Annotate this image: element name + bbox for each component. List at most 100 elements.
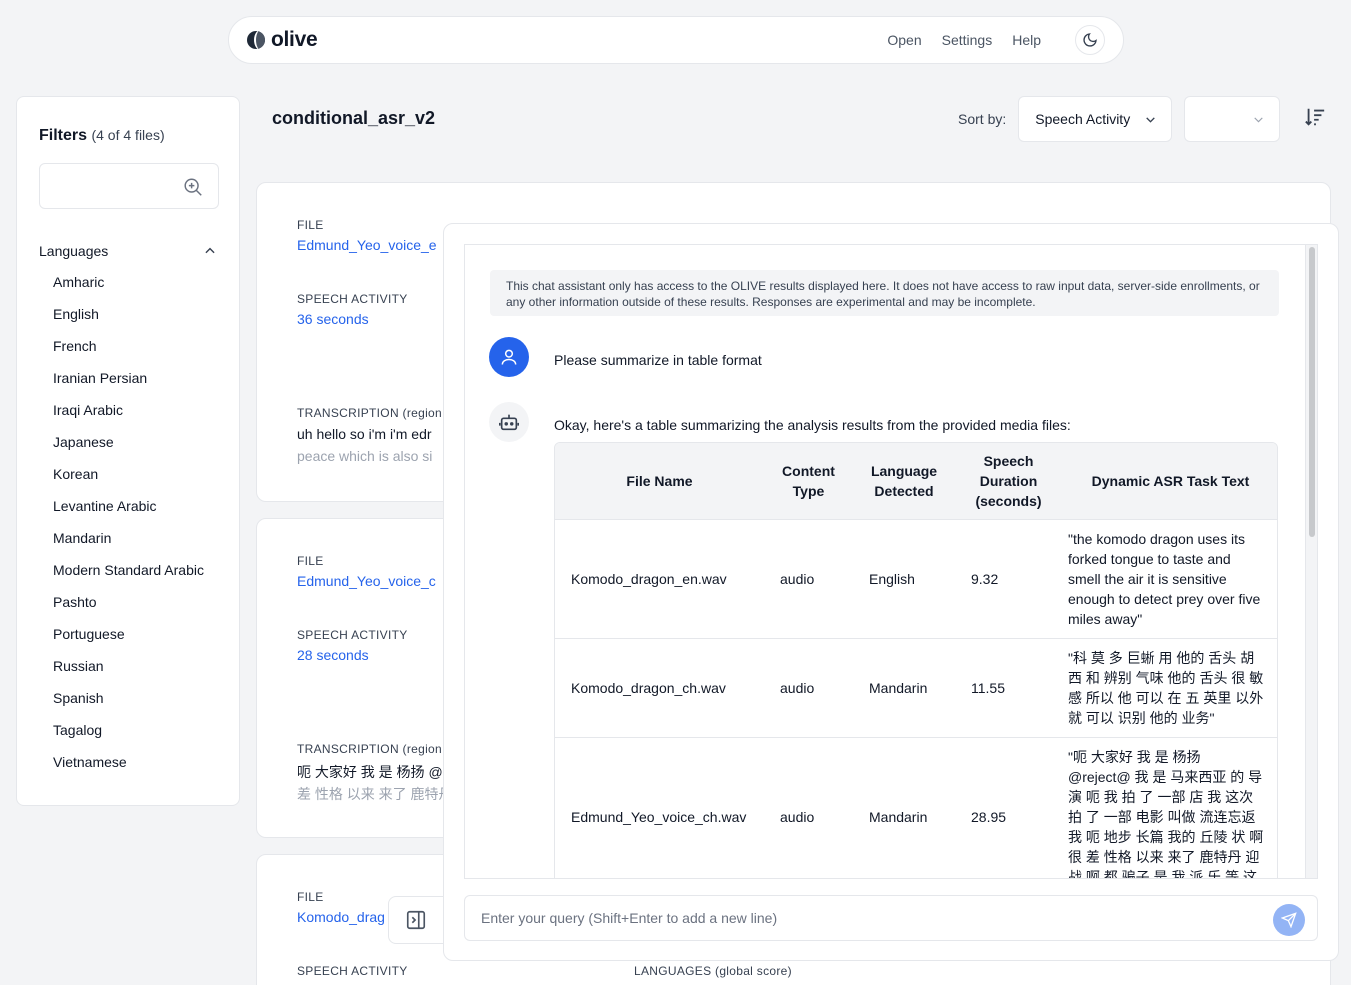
speech-activity-label: SPEECH ACTIVITY <box>297 628 408 642</box>
table-cell: "the komodo dragon uses its forked tongu… <box>1062 518 1277 638</box>
speech-activity-value[interactable]: 28 seconds <box>297 647 369 663</box>
language-filter-item[interactable]: Vietnamese <box>39 753 217 785</box>
column-header: File Name <box>555 443 764 519</box>
transcription-text-faded: 差 性格 以来 来了 鹿特丹 <box>297 786 453 802</box>
column-header: Speech Duration (seconds) <box>955 443 1062 519</box>
speech-activity-label: SPEECH ACTIVITY <box>297 292 408 306</box>
table-row: Edmund_Yeo_voice_ch.wav audio Mandarin 2… <box>555 736 1277 878</box>
bot-message: Okay, here's a table summarizing the ana… <box>554 417 1071 433</box>
language-filter-item[interactable]: Portuguese <box>39 625 217 657</box>
language-filter-item[interactable]: Levantine Arabic <box>39 497 217 529</box>
filters-title: Filters <box>39 127 88 144</box>
transcription-text: 呃 大家好 我 是 杨扬 @r <box>297 764 448 780</box>
user-icon <box>501 349 517 365</box>
table-cell: Komodo_dragon_en.wav <box>555 518 764 638</box>
sort-direction-button[interactable] <box>1304 106 1326 133</box>
language-filter-item[interactable]: Russian <box>39 657 217 689</box>
send-icon <box>1281 912 1297 928</box>
chat-query-input[interactable]: Enter your query (Shift+Enter to add a n… <box>464 895 1318 941</box>
language-filter-item[interactable]: Korean <box>39 465 217 497</box>
language-filter-item[interactable]: Spanish <box>39 689 217 721</box>
chat-scrollbar[interactable] <box>1305 245 1317 878</box>
theme-toggle-button[interactable] <box>1075 25 1105 55</box>
nav-open-link[interactable]: Open <box>887 32 921 48</box>
file-name-link[interactable]: Edmund_Yeo_voice_e <box>297 237 437 253</box>
chat-input-placeholder: Enter your query (Shift+Enter to add a n… <box>481 910 778 926</box>
summary-table: File Name Content Type Language Detected… <box>554 442 1278 878</box>
nav-help-link[interactable]: Help <box>1012 32 1041 48</box>
moon-icon <box>1083 33 1097 47</box>
filter-search-input[interactable] <box>39 163 219 209</box>
table-cell: audio <box>764 736 853 878</box>
language-filter-item[interactable]: Mandarin <box>39 529 217 561</box>
language-filter-item[interactable]: French <box>39 337 217 369</box>
table-cell: 11.55 <box>955 637 1062 737</box>
chat-disclaimer: This chat assistant only has access to t… <box>490 270 1279 316</box>
brand-name: olive <box>271 28 318 51</box>
file-name-link[interactable]: Edmund_Yeo_voice_c <box>297 573 436 589</box>
table-cell: English <box>853 518 955 638</box>
sort-controls: Sort by: Speech Activity <box>958 96 1326 142</box>
language-filter-item[interactable]: Amharic <box>39 273 217 305</box>
language-filter-item[interactable]: Japanese <box>39 433 217 465</box>
user-avatar <box>489 337 529 377</box>
transcription-text: uh hello so i'm i'm edr <box>297 426 432 442</box>
transcription-text-faded: peace which is also si <box>297 448 433 464</box>
chat-panel: This chat assistant only has access to t… <box>443 223 1339 961</box>
sort-descending-icon <box>1305 108 1325 126</box>
language-filter-item[interactable]: Iraqi Arabic <box>39 401 217 433</box>
table-cell: "呃 大家好 我 是 杨扬 @reject@ 我 是 马来西亚 的 导演 呃 我… <box>1062 736 1277 878</box>
brand-logo[interactable]: olive <box>247 28 318 52</box>
column-header: Content Type <box>764 443 853 519</box>
robot-icon <box>499 414 519 431</box>
sort-by-select[interactable]: Speech Activity <box>1018 96 1173 142</box>
chevron-down-icon <box>1254 116 1263 123</box>
table-row: Komodo_dragon_ch.wav audio Mandarin 11.5… <box>555 637 1277 737</box>
transcription-label: TRANSCRIPTION (region <box>297 742 442 756</box>
table-cell: Komodo_dragon_ch.wav <box>555 637 764 737</box>
languages-header-label: Languages <box>39 243 109 259</box>
language-filter-item[interactable]: English <box>39 305 217 337</box>
file-label: FILE <box>297 218 324 232</box>
bot-avatar <box>489 402 529 442</box>
top-nav: olive Open Settings Help <box>228 16 1124 64</box>
speech-activity-label: SPEECH ACTIVITY <box>297 964 408 978</box>
file-name-link[interactable]: Komodo_drag <box>297 909 385 925</box>
table-cell: 9.32 <box>955 518 1062 638</box>
secondary-sort-select[interactable] <box>1184 96 1281 142</box>
chevron-down-icon <box>1146 116 1156 123</box>
table-cell: Edmund_Yeo_voice_ch.wav <box>555 736 764 878</box>
nav-settings-link[interactable]: Settings <box>942 32 993 48</box>
speech-activity-value[interactable]: 36 seconds <box>297 311 369 327</box>
sort-label: Sort by: <box>958 111 1007 127</box>
table-cell: audio <box>764 637 853 737</box>
languages-label: LANGUAGES (global score) <box>634 964 792 978</box>
olive-logo-icon <box>247 31 265 49</box>
table-cell: 28.95 <box>955 736 1062 878</box>
zoom-in-icon[interactable] <box>182 176 204 203</box>
table-cell: audio <box>764 518 853 638</box>
page-title: conditional_asr_v2 <box>272 108 436 128</box>
file-label: FILE <box>297 890 324 904</box>
scrollbar-thumb[interactable] <box>1309 247 1315 537</box>
chat-messages[interactable]: This chat assistant only has access to t… <box>464 244 1318 879</box>
chevron-up-icon[interactable] <box>203 244 217 258</box>
transcription-label: TRANSCRIPTION (region <box>297 406 442 420</box>
language-filter-item[interactable]: Tagalog <box>39 721 217 753</box>
file-label: FILE <box>297 554 324 568</box>
languages-section-header[interactable]: Languages <box>39 243 217 259</box>
user-message: Please summarize in table format <box>554 352 762 368</box>
collapse-chat-button[interactable] <box>388 896 444 944</box>
table-cell: Mandarin <box>853 736 955 878</box>
table-row: Komodo_dragon_en.wav audio English 9.32 … <box>555 518 1277 638</box>
column-header: Language Detected <box>853 443 955 519</box>
sort-by-value: Speech Activity <box>1035 111 1131 127</box>
language-filter-item[interactable]: Iranian Persian <box>39 369 217 401</box>
languages-list: Amharic English French Iranian Persian I… <box>39 273 217 785</box>
send-button[interactable] <box>1273 904 1305 936</box>
language-filter-item[interactable]: Pashto <box>39 593 217 625</box>
table-cell: "科 莫 多 巨蜥 用 他的 舌头 胡西 和 辨别 气味 他的 舌头 很 敏感 … <box>1062 637 1277 737</box>
language-filter-item[interactable]: Modern Standard Arabic <box>39 561 217 593</box>
filters-panel: Filters (4 of 4 files) Languages Amharic… <box>16 96 240 806</box>
filters-count: (4 of 4 files) <box>91 127 165 143</box>
